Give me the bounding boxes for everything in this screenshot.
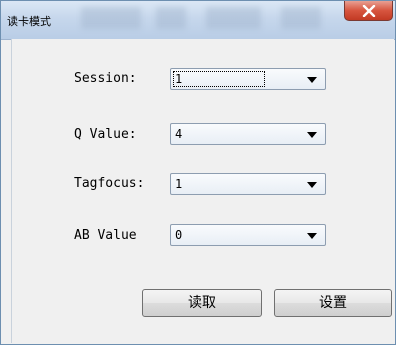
- set-button[interactable]: 设置: [274, 289, 392, 317]
- ab-value-value: 0: [175, 228, 183, 242]
- titlebar-blur: [156, 7, 186, 29]
- tagfocus-value: 1: [175, 177, 183, 191]
- q-value-label: Q Value:: [74, 127, 137, 142]
- titlebar-blur: [81, 7, 141, 29]
- tagfocus-select[interactable]: 1: [170, 173, 326, 195]
- close-button[interactable]: [344, 1, 393, 21]
- session-value: 1: [172, 71, 266, 87]
- close-icon: [362, 4, 375, 17]
- title-bar[interactable]: 读卡模式: [1, 1, 395, 40]
- q-value-select[interactable]: 4: [170, 123, 326, 145]
- session-select[interactable]: 1: [170, 68, 326, 90]
- ab-value-label: AB Value: [74, 228, 137, 243]
- read-button[interactable]: 读取: [142, 289, 262, 317]
- tagfocus-label: Tagfocus:: [74, 176, 145, 191]
- chevron-down-icon: [307, 132, 317, 138]
- titlebar-blur: [206, 7, 261, 29]
- q-value-value: 4: [175, 127, 183, 141]
- dialog-window: 读卡模式 Session: 1 Q Value: 4 Tagfocus: 1 A…: [0, 0, 396, 345]
- chevron-down-icon: [307, 182, 317, 188]
- ab-value-select[interactable]: 0: [170, 224, 326, 246]
- chevron-down-icon: [307, 233, 317, 239]
- dialog-client-area: Session: 1 Q Value: 4 Tagfocus: 1 AB Val…: [11, 39, 394, 343]
- titlebar-blur: [281, 7, 321, 29]
- window-title: 读卡模式: [7, 15, 51, 28]
- session-label: Session:: [74, 71, 137, 86]
- chevron-down-icon: [307, 77, 317, 83]
